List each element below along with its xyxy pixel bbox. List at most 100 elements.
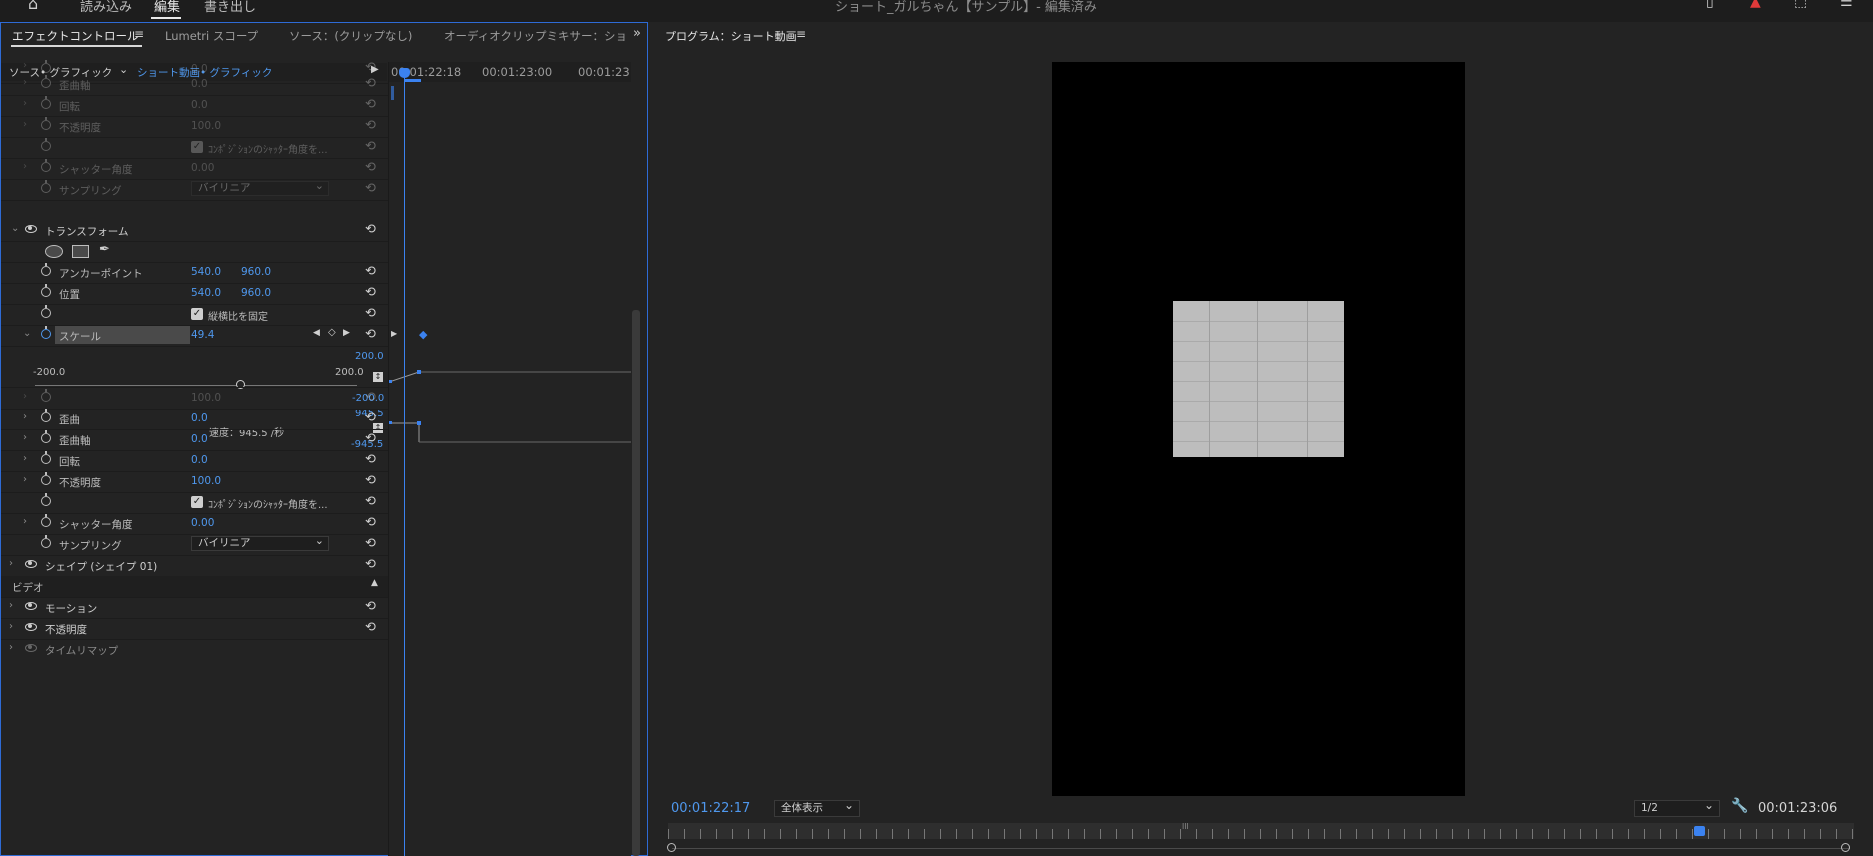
expand-icon[interactable]: › — [23, 98, 27, 109]
expand-icon[interactable]: › — [23, 474, 27, 485]
property-value[interactable]: 0.00 — [191, 517, 214, 529]
expand-icon[interactable]: › — [9, 621, 13, 632]
pen-mask-icon[interactable]: ✒ — [99, 242, 110, 257]
timeline-work-area[interactable] — [405, 79, 421, 82]
stopwatch-icon[interactable] — [41, 430, 51, 443]
stopwatch-icon[interactable] — [41, 472, 51, 485]
sampling-select[interactable]: バイリニア — [191, 179, 329, 196]
scale-value-graph[interactable] — [389, 352, 631, 452]
sampling-select[interactable]: バイリニア — [191, 534, 329, 551]
reset-icon[interactable]: ⟲ — [365, 285, 376, 300]
expand-icon[interactable]: › — [9, 642, 13, 653]
expand-icon[interactable]: › — [23, 432, 27, 443]
collapse-icon[interactable]: ⌄ — [23, 328, 31, 339]
eye-icon[interactable] — [25, 225, 37, 233]
property-row-sampling[interactable]: サンプリング バイリニア ⟲ — [1, 534, 389, 556]
expand-icon[interactable]: › — [23, 119, 27, 130]
timeline-ruler[interactable]: 00:01:22:18 00:01:23:00 00:01:23 — [389, 62, 631, 82]
reset-icon[interactable]: ⟲ — [365, 264, 376, 279]
shape-section-header[interactable]: › シェイプ (シェイプ 01) ⟲ — [1, 555, 389, 577]
stopwatch-icon[interactable] — [41, 514, 51, 527]
expand-icon[interactable]: › — [23, 411, 27, 422]
property-value[interactable]: 100.0 — [191, 120, 221, 132]
zoom-scroll-bar[interactable] — [672, 848, 1850, 849]
export-icon[interactable]: ⬚ — [1794, 0, 1807, 10]
property-row-anchor-point[interactable]: アンカーポイント 540.0 960.0 ⟲ — [1, 262, 389, 284]
property-value[interactable]: 0.0 — [191, 454, 208, 466]
reset-icon[interactable]: ⟲ — [365, 557, 376, 572]
composition-shutter-checkbox[interactable]: ✓ — [191, 496, 203, 508]
prev-keyframe-icon[interactable]: ◀ — [313, 328, 320, 338]
property-row-opacity[interactable]: › 不透明度 100.0 ⟲ — [1, 471, 389, 493]
reset-icon[interactable]: ⟲ — [365, 222, 376, 237]
property-value[interactable]: 100.0 — [191, 392, 221, 404]
property-row-dim-value[interactable]: › 100.0 ⟲ — [1, 387, 389, 410]
stopwatch-icon[interactable] — [41, 326, 51, 339]
expand-icon[interactable]: › — [23, 391, 27, 402]
stopwatch-icon[interactable] — [41, 75, 51, 88]
add-keyframe-icon[interactable]: ◇ — [328, 327, 336, 338]
reset-icon[interactable]: ⟲ — [365, 536, 376, 551]
stopwatch-icon[interactable] — [41, 60, 51, 73]
property-row-skew[interactable]: › 歪曲 0.0 ⟲ — [1, 408, 389, 430]
composition-shutter-checkbox[interactable]: ✓ — [191, 141, 203, 153]
menu-icon[interactable]: ☰ — [1840, 0, 1853, 10]
property-value[interactable]: 100.0 — [191, 475, 221, 487]
home-icon[interactable]: ⌂ — [28, 0, 38, 13]
reset-icon[interactable]: ⟲ — [365, 620, 376, 635]
program-playhead[interactable] — [1694, 826, 1705, 836]
property-row-composition-shutter[interactable]: ✓ ｺﾝﾎﾟｼﾞｼｮﾝのｼｬｯﾀｰ角度を... ⟲ — [1, 492, 389, 514]
reset-icon[interactable]: ⟲ — [365, 160, 376, 175]
property-row-rotation[interactable]: › 回転 0.0 ⟲ — [1, 450, 389, 472]
reset-icon[interactable]: ⟲ — [365, 473, 376, 488]
current-timecode[interactable]: 00:01:22:17 — [671, 801, 750, 816]
reset-icon[interactable]: ⟲ — [365, 181, 376, 196]
expand-icon[interactable]: › — [23, 161, 27, 172]
reset-icon[interactable]: ⟲ — [365, 390, 376, 405]
tab-audio-clip-mixer[interactable]: オーディオクリップミキサー：ショ — [444, 28, 627, 44]
expand-icon[interactable]: › — [23, 453, 27, 464]
reset-icon[interactable]: ⟲ — [365, 306, 376, 321]
property-value[interactable]: 0.0 — [191, 99, 208, 111]
stopwatch-icon[interactable] — [41, 451, 51, 464]
eye-icon[interactable] — [25, 644, 37, 652]
reset-icon[interactable]: ⟲ — [365, 410, 376, 425]
effect-panel-scrollbar[interactable] — [632, 310, 640, 856]
expand-icon[interactable]: › — [23, 77, 27, 88]
zoom-handle-left[interactable] — [667, 843, 676, 852]
expand-icon[interactable]: › — [23, 516, 27, 527]
playback-resolution-select[interactable]: 1/2 — [1634, 798, 1720, 817]
stopwatch-icon[interactable] — [41, 138, 51, 151]
effect-timeline-playhead-handle[interactable] — [399, 68, 410, 78]
expand-icon[interactable]: › — [9, 600, 13, 611]
stopwatch-icon[interactable] — [41, 96, 51, 109]
eye-icon[interactable] — [25, 602, 37, 610]
stopwatch-icon[interactable] — [41, 263, 51, 276]
reset-icon[interactable]: ⟲ — [365, 118, 376, 133]
stopwatch-icon[interactable] — [41, 159, 51, 172]
property-row-rotation[interactable]: › 回転 0.0 ⟲ — [1, 95, 389, 117]
tab-effect-controls[interactable]: エフェクトコントロール — [12, 28, 139, 44]
transform-section-header[interactable]: ⌄ トランスフォーム ⟲ — [1, 220, 389, 242]
workspace-tab-edit[interactable]: 編集 — [154, 0, 180, 15]
reset-icon[interactable]: ⟲ — [365, 97, 376, 112]
stopwatch-icon[interactable] — [41, 117, 51, 130]
ellipse-mask-icon[interactable] — [45, 245, 63, 258]
stopwatch-icon[interactable] — [41, 535, 51, 548]
property-row-distort-axis[interactable]: › 歪曲軸 0.0 ⟲ — [1, 74, 389, 96]
property-row-sampling[interactable]: サンプリング バイリニア ⟲ — [1, 179, 389, 201]
position-y-value[interactable]: 960.0 — [241, 287, 271, 299]
graph-fit-icon[interactable]: ↕ — [373, 372, 383, 382]
property-row-position[interactable]: 位置 540.0 960.0 ⟲ — [1, 283, 389, 305]
reset-icon[interactable]: ⟲ — [365, 452, 376, 467]
reset-icon[interactable]: ⟲ — [365, 599, 376, 614]
workspace-tab-import[interactable]: 読み込み — [80, 0, 132, 15]
stopwatch-icon[interactable] — [41, 409, 51, 422]
program-menu-icon[interactable]: ≡ — [796, 27, 806, 41]
effect-timeline[interactable]: 00:01:22:18 00:01:23:00 00:01:23 ◆ ▶ — [388, 62, 631, 856]
reset-icon[interactable]: ⟲ — [365, 494, 376, 509]
panel-overflow-icon[interactable]: » — [633, 26, 641, 41]
reset-icon[interactable]: ⟲ — [365, 327, 376, 342]
property-value[interactable]: 0.00 — [191, 162, 214, 174]
scaled-graphic[interactable] — [1173, 301, 1344, 457]
